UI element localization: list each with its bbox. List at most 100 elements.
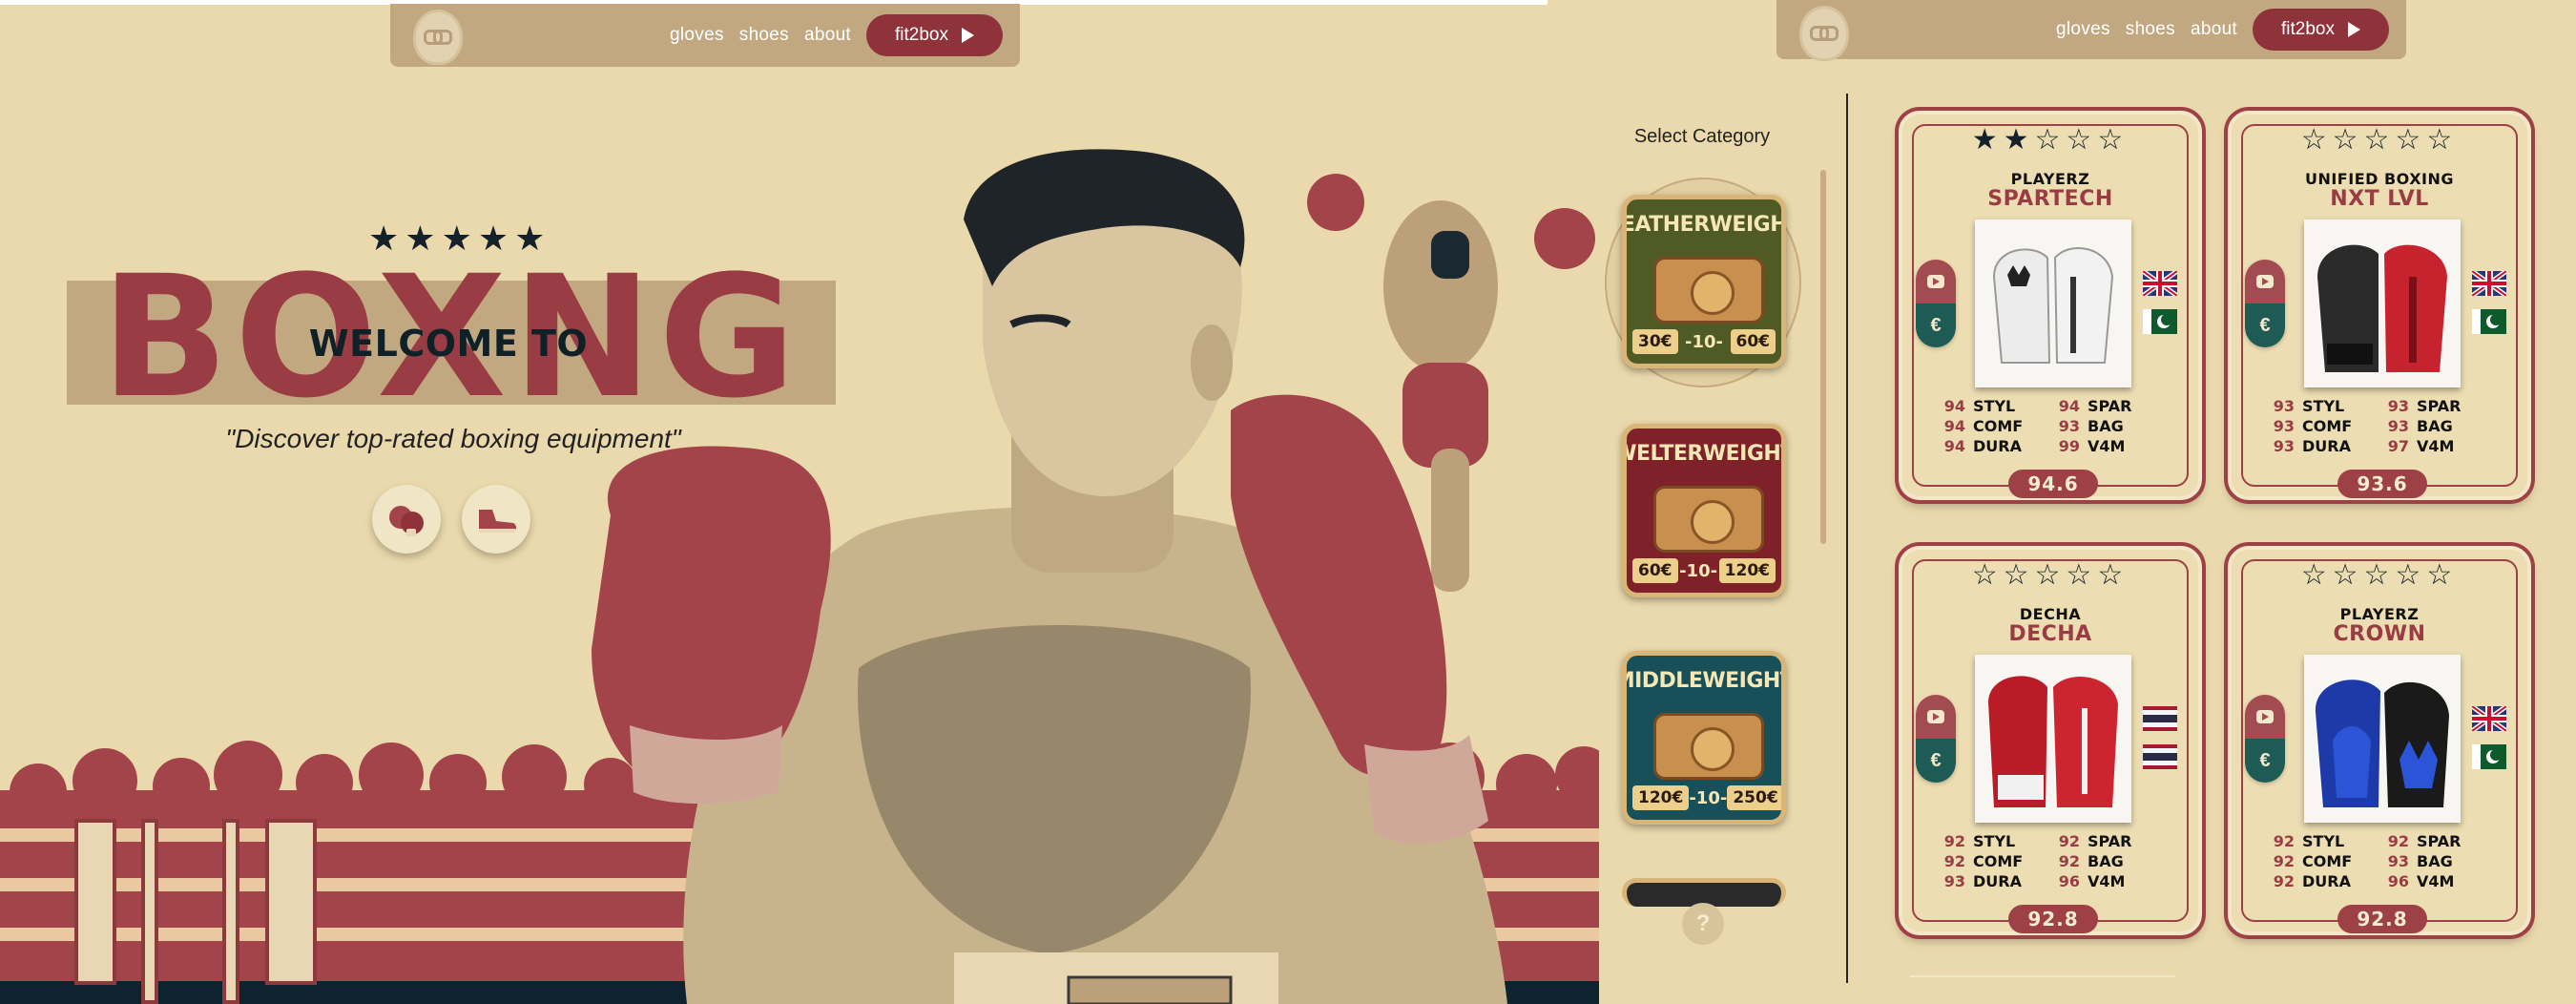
stat-comf: 93 COMF bbox=[2273, 417, 2353, 435]
stat-dura: 93 DURA bbox=[2273, 437, 2351, 455]
category-price-low: 30€ bbox=[1632, 329, 1678, 354]
championship-belt-icon bbox=[1653, 257, 1764, 324]
stat-bag: 93 BAG bbox=[2387, 852, 2453, 870]
top-nav-right: gloves shoes about fit2box bbox=[1776, 0, 2406, 61]
category-scrollbar[interactable] bbox=[1820, 170, 1826, 544]
fit2box-button[interactable]: fit2box bbox=[2253, 9, 2389, 51]
video-button[interactable] bbox=[2245, 695, 2285, 739]
stat-spar: 94 SPAR bbox=[2058, 397, 2132, 415]
boxer-illustration bbox=[0, 149, 1599, 1004]
product-card[interactable]: ☆☆☆☆☆ DECHA DECHA € 92 STYL 92 SPAR 92 COMF… bbox=[1899, 546, 2202, 935]
stat-dura: 94 DURA bbox=[1943, 437, 2022, 455]
stat-bag: 92 BAG bbox=[2058, 852, 2124, 870]
flag-uk-icon bbox=[2143, 271, 2177, 296]
fit2box-button[interactable]: fit2box bbox=[866, 14, 1003, 56]
category-name: WELTERWEIGHT bbox=[1622, 441, 1786, 466]
nav-link-shoes[interactable]: shoes bbox=[739, 25, 789, 46]
youtube-icon bbox=[2256, 275, 2274, 288]
product-card[interactable]: ☆☆☆☆☆ PLAYERZ CROWN € 92 STYL 92 SPAR 92 CO… bbox=[2228, 546, 2531, 935]
nav-link-about[interactable]: about bbox=[804, 25, 851, 46]
price-button[interactable]: € bbox=[1916, 739, 1956, 783]
rating-stars: ☆☆☆☆☆ bbox=[2300, 124, 2459, 156]
stat-comf: 94 COMF bbox=[1943, 417, 2024, 435]
product-brand: DECHA bbox=[2019, 605, 2082, 623]
product-brand: PLAYERZ bbox=[2339, 605, 2420, 623]
product-score: 92.8 bbox=[2008, 905, 2098, 933]
category-price-low: 60€ bbox=[1632, 558, 1678, 583]
category-icons bbox=[372, 485, 530, 554]
championship-belt-icon bbox=[1653, 486, 1764, 553]
category-featherweight[interactable]: FEATHERWEIGHT 30€ -10- 60€ bbox=[1622, 195, 1786, 368]
flag-pakistan-icon bbox=[2472, 309, 2506, 334]
euro-icon: € bbox=[1930, 749, 1942, 771]
stat-spar: 93 SPAR bbox=[2387, 397, 2462, 415]
category-middle-label: -10- bbox=[1689, 787, 1728, 808]
nav-link-gloves[interactable]: gloves bbox=[2056, 19, 2110, 40]
product-image bbox=[2304, 220, 2461, 387]
nav-link-shoes[interactable]: shoes bbox=[2126, 19, 2175, 40]
nav-link-gloves[interactable]: gloves bbox=[670, 25, 724, 46]
help-button[interactable]: ? bbox=[1682, 903, 1724, 945]
category-name: MIDDLEWEIGHT bbox=[1622, 668, 1786, 693]
youtube-icon bbox=[1927, 275, 1944, 288]
rating-stars: ☆☆☆☆☆ bbox=[1971, 559, 2129, 591]
video-button[interactable] bbox=[2245, 260, 2285, 303]
vertical-divider bbox=[1846, 94, 1848, 983]
category-name: FEATHERWEIGHT bbox=[1622, 212, 1786, 237]
flag-pakistan-icon bbox=[2472, 744, 2506, 769]
category-welterweight[interactable]: WELTERWEIGHT 60€ -10- 120€ bbox=[1622, 424, 1786, 597]
video-button[interactable] bbox=[1916, 260, 1956, 303]
product-actions: € bbox=[1916, 260, 1956, 347]
stat-spar: 92 SPAR bbox=[2387, 832, 2462, 850]
youtube-icon bbox=[1927, 710, 1944, 723]
product-card[interactable]: ★★☆☆☆ PLAYERZ SPARTECH € 94 STYL 94 SPAR 9… bbox=[1899, 111, 2202, 500]
stat-v4m: 99 V4M bbox=[2058, 437, 2126, 455]
stat-styl: 94 STYL bbox=[1943, 397, 2016, 415]
euro-icon: € bbox=[1930, 314, 1942, 336]
video-button[interactable] bbox=[1916, 695, 1956, 739]
championship-belt-icon bbox=[1653, 713, 1764, 780]
stat-v4m: 96 V4M bbox=[2058, 872, 2126, 890]
stat-spar: 92 SPAR bbox=[2058, 832, 2132, 850]
stat-comf: 92 COMF bbox=[2273, 852, 2353, 870]
category-middle-label: -10- bbox=[1679, 560, 1718, 581]
stat-dura: 93 DURA bbox=[1943, 872, 2022, 890]
product-actions: € bbox=[1916, 695, 1956, 783]
category-middleweight[interactable]: MIDDLEWEIGHT 120€ -10- 250€ bbox=[1622, 651, 1786, 825]
next-row-edge bbox=[1910, 975, 2175, 977]
product-score: 92.8 bbox=[2337, 905, 2427, 933]
shoes-category-button[interactable] bbox=[462, 485, 530, 554]
product-image bbox=[1975, 220, 2131, 387]
product-model: DECHA bbox=[2008, 622, 2092, 646]
stat-v4m: 96 V4M bbox=[2387, 872, 2455, 890]
product-stats: 92 STYL 92 SPAR 92 COMF 92 BAG 93 DURA 96 V4M bbox=[1941, 832, 2170, 890]
price-button[interactable]: € bbox=[2245, 303, 2285, 347]
play-icon bbox=[962, 28, 974, 43]
logo-icon[interactable] bbox=[413, 10, 463, 65]
product-stats: 94 STYL 94 SPAR 94 COMF 93 BAG 94 DURA 99 V4M bbox=[1941, 397, 2170, 455]
product-model: CROWN bbox=[2333, 622, 2426, 646]
euro-icon: € bbox=[2259, 749, 2271, 771]
category-price-high: 60€ bbox=[1730, 329, 1776, 354]
category-price-high: 250€ bbox=[1727, 785, 1781, 810]
youtube-icon bbox=[2256, 710, 2274, 723]
flag-thailand-icon bbox=[2143, 744, 2177, 769]
hero-tagline: "Discover top-rated boxing equipment" bbox=[225, 424, 681, 453]
stat-dura: 92 DURA bbox=[2273, 872, 2351, 890]
select-category-title: Select Category bbox=[1633, 126, 1771, 147]
gloves-category-button[interactable] bbox=[372, 485, 441, 554]
logo-icon[interactable] bbox=[1799, 6, 1849, 61]
flag-pakistan-icon bbox=[2143, 309, 2177, 334]
flag-thailand-icon bbox=[2143, 706, 2177, 731]
price-button[interactable]: € bbox=[1916, 303, 1956, 347]
fit2box-label: fit2box bbox=[2281, 19, 2335, 39]
product-score: 94.6 bbox=[2008, 470, 2098, 498]
stat-bag: 93 BAG bbox=[2058, 417, 2124, 435]
stat-styl: 92 STYL bbox=[2273, 832, 2345, 850]
product-card[interactable]: ☆☆☆☆☆ UNIFIED BOXING NXT LVL € 93 STYL 93… bbox=[2228, 111, 2531, 500]
stat-comf: 92 COMF bbox=[1943, 852, 2024, 870]
category-price-high: 120€ bbox=[1718, 558, 1776, 583]
nav-link-about[interactable]: about bbox=[2191, 19, 2237, 40]
price-button[interactable]: € bbox=[2245, 739, 2285, 783]
boxing-glove-icon bbox=[389, 506, 424, 536]
